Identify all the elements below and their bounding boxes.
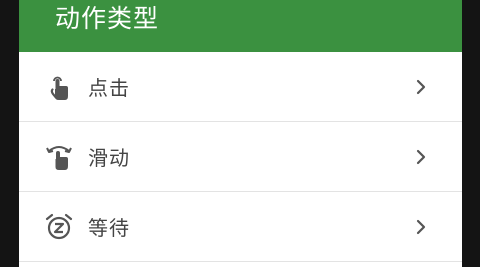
dialog-header: 动作类型 xyxy=(19,0,462,52)
action-type-dialog: 动作类型 点击 滑动 等待 xyxy=(19,0,462,267)
swipe-icon xyxy=(44,142,74,172)
action-item-label: 滑动 xyxy=(88,146,130,170)
chevron-right-icon xyxy=(416,79,426,94)
action-item-label: 等待 xyxy=(88,216,130,240)
action-item-wait[interactable]: 等待 xyxy=(19,192,462,262)
dialog-title: 动作类型 xyxy=(55,4,160,33)
chevron-right-icon xyxy=(416,149,426,164)
alarm-clock-icon xyxy=(44,212,74,242)
action-item-label: 点击 xyxy=(88,76,130,100)
action-item-tap[interactable]: 点击 xyxy=(19,52,462,122)
tap-icon xyxy=(44,72,74,102)
action-item-swipe[interactable]: 滑动 xyxy=(19,122,462,192)
chevron-right-icon xyxy=(416,219,426,234)
